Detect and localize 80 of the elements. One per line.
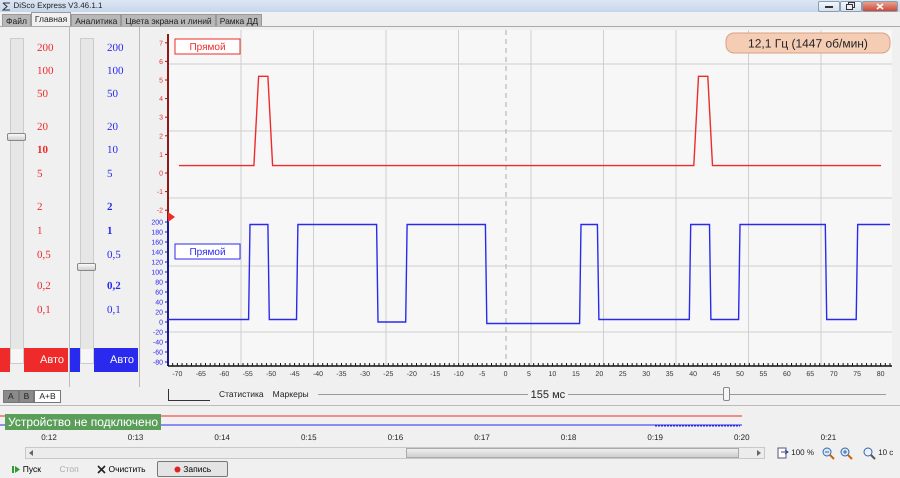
scale-label: 50 — [37, 88, 48, 100]
scale-label: 1 — [37, 225, 42, 237]
scale-label: 0,2 — [37, 280, 51, 292]
scale-label: 10 — [37, 144, 48, 156]
menu-tab[interactable]: Рамка ДД — [216, 14, 262, 26]
slider-track[interactable] — [80, 38, 94, 364]
zoom-in-icon[interactable] — [840, 446, 853, 460]
scale-label: 5 — [107, 168, 112, 180]
scale-label: 100 — [107, 65, 124, 77]
play-button[interactable]: Пуск — [4, 461, 48, 477]
slider-track[interactable] — [10, 38, 24, 364]
timeline-label: 0:17 — [474, 432, 490, 444]
horizontal-scrollbar[interactable] — [25, 447, 765, 459]
timeline-label: 0:15 — [301, 432, 317, 444]
auto-bar-edge — [70, 348, 80, 372]
trace-label: Прямой — [174, 38, 240, 54]
timeline-label: 0:19 — [647, 432, 663, 444]
timeline-label: 0:16 — [388, 432, 404, 444]
fit-page-icon[interactable] — [777, 447, 789, 459]
clear-button[interactable]: Очистить — [90, 461, 153, 477]
panel-tab[interactable]: Маркеры — [272, 388, 309, 401]
scale-label: 2 — [107, 201, 112, 213]
timeline-label: 0:12 — [41, 432, 57, 444]
scale-label: 5 — [37, 168, 42, 180]
close-icon — [876, 2, 884, 10]
slider-thumb[interactable] — [7, 133, 26, 142]
zoom-out-icon[interactable] — [822, 446, 835, 460]
scale-label: 0,1 — [37, 304, 51, 316]
minimize-button[interactable] — [818, 0, 840, 12]
scale-label: 20 — [107, 121, 118, 133]
scale-label: 10 — [107, 144, 118, 156]
frequency-badge: 12,1 Гц (1447 об/мин) — [726, 32, 890, 54]
close-button[interactable] — [862, 0, 898, 12]
scale-label: 200 — [107, 42, 124, 54]
app-icon — [2, 2, 12, 10]
connection-status: Устройство не подключено — [5, 414, 162, 430]
left-arrow-icon[interactable] — [29, 450, 33, 456]
minimize-icon — [824, 4, 833, 8]
right-arrow-icon[interactable] — [757, 450, 761, 456]
scale-label: 0,5 — [37, 249, 51, 261]
menu-tab[interactable]: Аналитика — [71, 14, 122, 26]
scale-label: 1 — [107, 225, 112, 237]
zoom-percent: 100 % — [791, 447, 814, 459]
timeline-label: 0:13 — [128, 432, 144, 444]
scale-label: 200 — [37, 42, 54, 54]
menu-tab[interactable]: Цвета экрана и линий — [121, 14, 216, 26]
bracket-line — [168, 388, 210, 400]
scale-label: 0,5 — [107, 249, 121, 261]
panel-tab[interactable]: Статистика — [219, 388, 264, 401]
menu-tab[interactable]: Файл — [2, 14, 31, 26]
search-icon[interactable] — [862, 446, 876, 460]
channel-tab[interactable]: B — [18, 390, 34, 403]
timeline-label: 0:14 — [214, 432, 230, 444]
time-window-slider-thumb[interactable] — [722, 387, 730, 401]
menu-tab[interactable]: Главная — [30, 12, 72, 26]
trigger-marker-icon[interactable] — [168, 212, 175, 222]
timeline-label: 0:21 — [820, 432, 836, 444]
slider-thumb[interactable] — [77, 263, 96, 272]
channel-tab[interactable]: A — [3, 390, 19, 403]
scale-label: 0,2 — [107, 280, 121, 292]
channel-tab[interactable]: A+B — [34, 390, 61, 403]
timeline-label: 0:20 — [734, 432, 750, 444]
record-button[interactable]: Запись — [157, 461, 228, 477]
trace-label: Прямой — [174, 244, 240, 260]
scale-label: 50 — [107, 88, 118, 100]
restore-icon — [846, 2, 856, 10]
auto-button[interactable]: Авто — [24, 348, 68, 372]
close-icon — [97, 464, 106, 474]
scale-label: 100 — [37, 65, 54, 77]
auto-bar-edge — [0, 348, 10, 372]
window-title: DiSco Express V3.46.1.1 — [14, 0, 102, 12]
auto-button[interactable]: Авто — [94, 348, 138, 372]
restore-button[interactable] — [840, 0, 862, 12]
scale-label: 0,1 — [107, 304, 121, 316]
play-icon — [12, 464, 20, 474]
record-dot-icon — [174, 466, 182, 472]
scale-label: 2 — [37, 201, 42, 213]
scale-label: 20 — [37, 121, 48, 133]
timeline-label: 0:18 — [560, 432, 576, 444]
time-span: 10 с — [878, 447, 894, 459]
